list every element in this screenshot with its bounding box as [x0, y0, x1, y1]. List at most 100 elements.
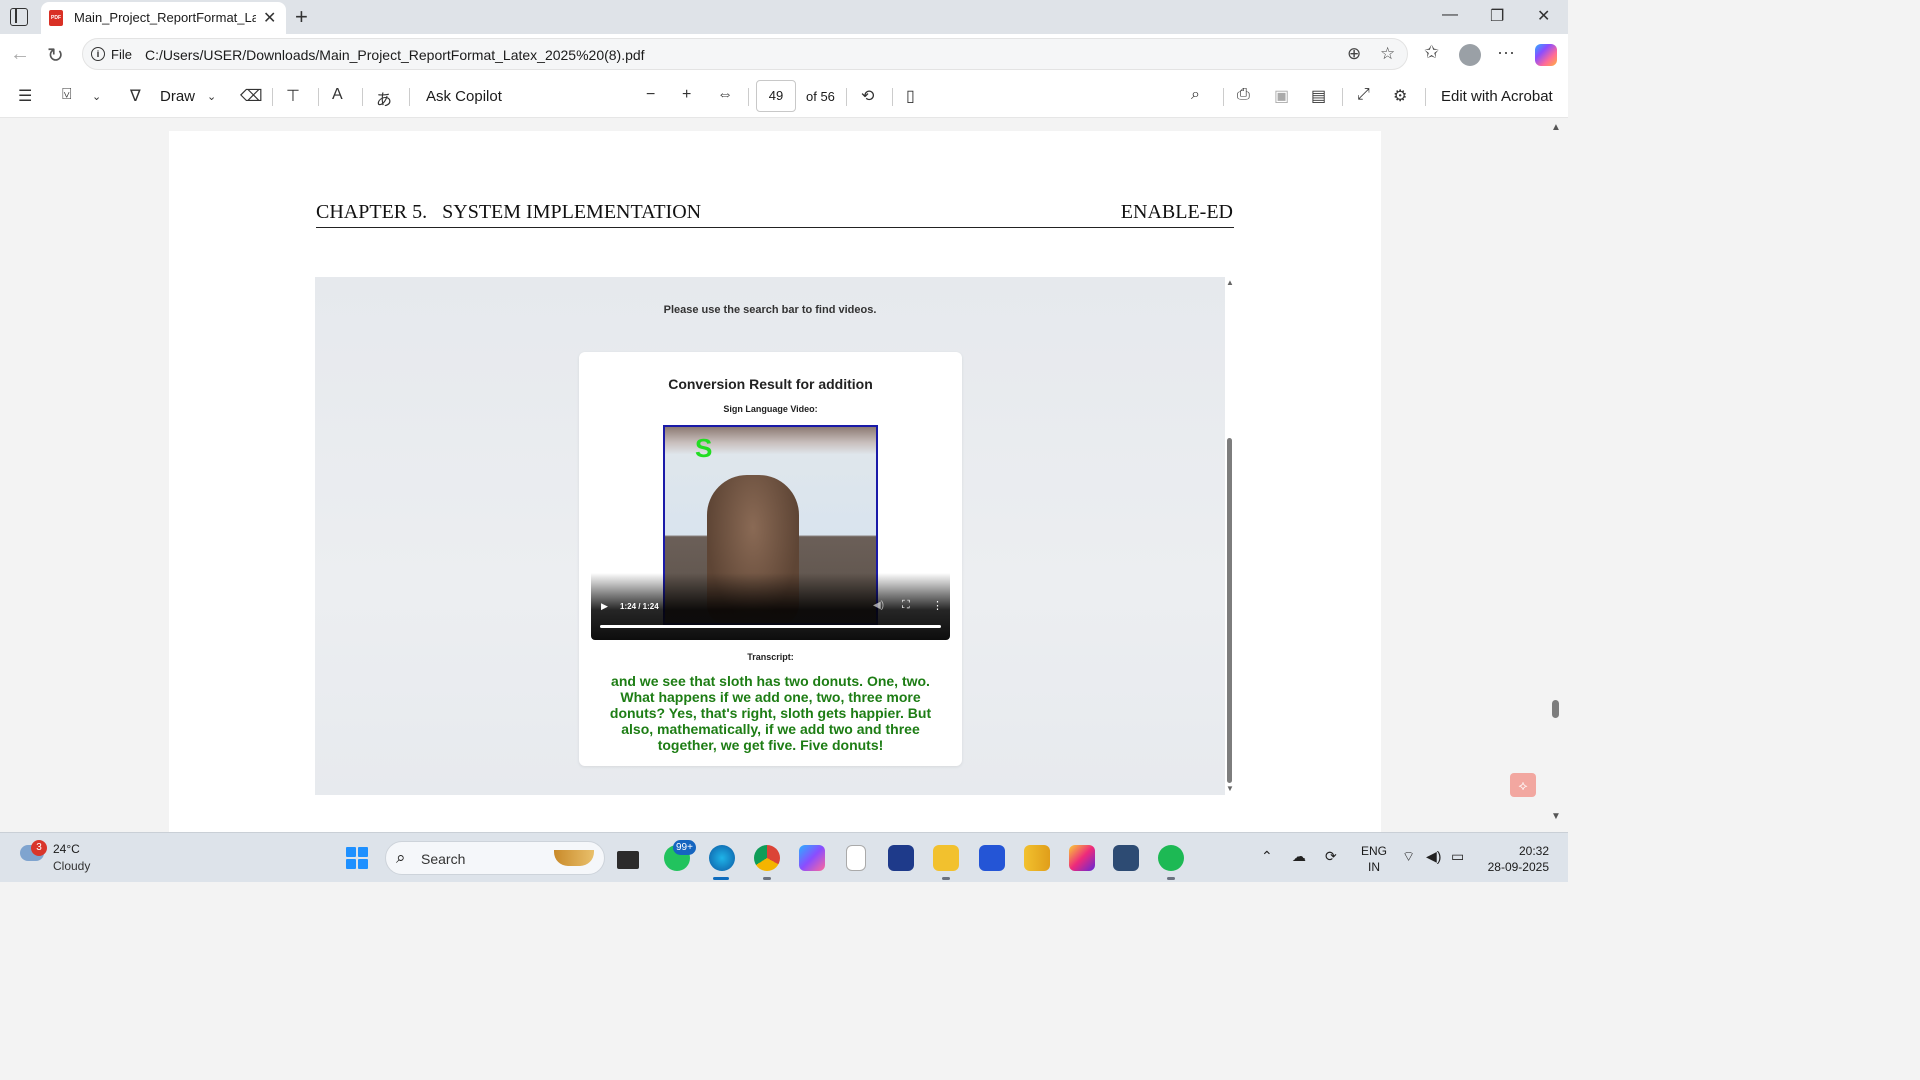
print-icon[interactable]: ⎙: [1237, 86, 1250, 104]
notepad-icon[interactable]: [846, 845, 866, 871]
start-button[interactable]: [346, 847, 368, 869]
scroll-down-arrow-icon[interactable]: ▼: [1551, 811, 1561, 822]
file-label: File: [111, 47, 132, 62]
url-text[interactable]: C:/Users/USER/Downloads/Main_Project_Rep…: [145, 47, 645, 63]
onedrive-icon[interactable]: ☁: [1292, 848, 1306, 865]
save-icon[interactable]: ▣: [1274, 86, 1289, 106]
search-icon[interactable]: ⌕: [1191, 86, 1200, 104]
chevron-down-icon[interactable]: ⌄: [207, 90, 216, 103]
weather-condition[interactable]: Cloudy: [53, 859, 90, 873]
main-scrollbar[interactable]: ▲ ▼: [1549, 118, 1563, 832]
profile-avatar[interactable]: [1459, 44, 1481, 66]
text-box-icon[interactable]: ⊤: [286, 86, 300, 106]
restore-button[interactable]: ❐: [1490, 6, 1504, 26]
video-label: Sign Language Video:: [723, 404, 818, 414]
zoom-in-icon[interactable]: +: [682, 86, 691, 104]
spotify-icon[interactable]: [1158, 845, 1184, 871]
battery-icon[interactable]: ▭: [1451, 848, 1464, 865]
embedded-scrollbar: ▲ ▼: [1226, 278, 1234, 794]
language-indicator[interactable]: ENG IN: [1361, 843, 1387, 875]
favorites-icon[interactable]: ✩: [1424, 42, 1439, 63]
draw-button[interactable]: Draw: [160, 88, 195, 105]
volume-icon[interactable]: ◀): [1426, 848, 1441, 865]
sign-language-video: S ▶ 1:24 / 1:24 ◀) ⛶ ⋮: [591, 425, 950, 640]
file-explorer-icon[interactable]: [933, 845, 959, 871]
volume-icon: ◀): [873, 600, 885, 611]
tab-actions-icon[interactable]: [10, 8, 28, 26]
main-scroll-thumb[interactable]: [1552, 700, 1559, 718]
save-as-icon[interactable]: ▤: [1311, 86, 1326, 106]
scroll-up-arrow-icon[interactable]: ▲: [1551, 122, 1561, 133]
minimize-button[interactable]: —: [1442, 6, 1458, 24]
taskbar-search[interactable]: ⌕ Search: [385, 841, 605, 875]
more-menu-icon[interactable]: ···: [1497, 42, 1515, 63]
whatsapp-badge: 99+: [673, 840, 696, 855]
wifi-icon[interactable]: ⌔: [1402, 848, 1415, 866]
active-indicator: [713, 877, 729, 880]
clock[interactable]: 20:32 28-09-2025: [1483, 843, 1549, 875]
browser-tab[interactable]: PDF Main_Project_ReportFormat_Latex_2025…: [41, 2, 286, 34]
store-icon[interactable]: [888, 845, 914, 871]
page-number-input[interactable]: 49: [756, 80, 796, 112]
zoom-icon[interactable]: ⊕: [1347, 44, 1361, 64]
editor-app-icon[interactable]: [979, 845, 1005, 871]
close-tab-icon[interactable]: ✕: [263, 8, 276, 28]
acrobat-icon[interactable]: ⟡: [1510, 773, 1536, 797]
contents-list-icon[interactable]: ☰: [18, 86, 32, 106]
embedded-scroll-thumb: [1227, 438, 1232, 783]
back-arrow-icon[interactable]: ←: [10, 43, 30, 66]
embedded-screenshot: Please use the search bar to find videos…: [315, 277, 1225, 795]
clock-time: 20:32: [1518, 844, 1549, 858]
read-aloud-icon[interactable]: A: [332, 86, 343, 104]
video-progress-bar: [600, 625, 941, 628]
task-view-icon[interactable]: [617, 851, 639, 869]
highlight-icon[interactable]: ⍌: [62, 86, 72, 104]
search-highlight-image: [554, 850, 594, 866]
pdf-viewport[interactable]: CHAPTER 5. SYSTEM IMPLEMENTATION ENABLE-…: [0, 118, 1568, 832]
fullscreen-icon[interactable]: ⤢: [1357, 86, 1370, 104]
taskbar: 3 24°C Cloudy ⌕ Search 99+ ⌃ ☁ ⟳ ENG IN …: [0, 832, 1568, 882]
search-label: Search: [421, 851, 466, 867]
draw-icon[interactable]: ∇: [130, 86, 141, 106]
sync-icon[interactable]: ⟳: [1325, 848, 1337, 865]
conversion-result-card: Conversion Result for addition Sign Lang…: [579, 352, 962, 766]
page-view-icon[interactable]: ▯: [906, 86, 915, 106]
divider: [1425, 88, 1426, 106]
divider: [362, 88, 363, 106]
scroll-up-arrow-icon: ▲: [1226, 278, 1234, 287]
address-bar[interactable]: i File C:/Users/USER/Downloads/Main_Proj…: [82, 38, 1408, 70]
rotate-icon[interactable]: ⟲: [861, 86, 874, 106]
new-tab-button[interactable]: +: [295, 4, 308, 30]
transcript-label: Transcript:: [747, 652, 794, 662]
edit-with-acrobat-button[interactable]: Edit with Acrobat: [1441, 88, 1553, 105]
chrome-icon[interactable]: [754, 845, 780, 871]
copilot-icon[interactable]: [1535, 44, 1557, 66]
pdf-file-icon: PDF: [49, 10, 63, 26]
favorite-star-icon[interactable]: ☆: [1380, 44, 1395, 64]
close-window-button[interactable]: ✕: [1537, 6, 1550, 26]
settings-gear-icon[interactable]: ⚙: [1393, 86, 1407, 106]
pdf-page: CHAPTER 5. SYSTEM IMPLEMENTATION ENABLE-…: [169, 131, 1381, 832]
power-bi-icon[interactable]: [1024, 845, 1050, 871]
divider: [1342, 88, 1343, 106]
video-controls: ▶ 1:24 / 1:24 ◀) ⛶ ⋮: [591, 573, 950, 640]
eraser-icon[interactable]: ⌫: [240, 86, 263, 106]
chapter-header: CHAPTER 5. SYSTEM IMPLEMENTATION: [316, 201, 702, 223]
chevron-down-icon[interactable]: ⌄: [92, 90, 101, 103]
title-bar: PDF Main_Project_ReportFormat_Latex_2025…: [0, 0, 1568, 34]
refresh-icon[interactable]: ↻: [47, 43, 64, 68]
edge-icon[interactable]: [709, 845, 735, 871]
translate-icon[interactable]: あ: [376, 86, 392, 110]
copilot-app-icon[interactable]: [799, 845, 825, 871]
fit-width-icon[interactable]: ⇔: [717, 86, 733, 104]
mysql-workbench-icon[interactable]: [1113, 845, 1139, 871]
info-icon[interactable]: i: [91, 47, 105, 61]
more-options-icon: ⋮: [932, 600, 943, 612]
chevron-up-icon[interactable]: ⌃: [1261, 848, 1273, 865]
instagram-icon[interactable]: [1069, 845, 1095, 871]
ask-copilot-button[interactable]: Ask Copilot: [426, 88, 502, 105]
zoom-out-icon[interactable]: −: [646, 86, 655, 104]
divider: [846, 88, 847, 106]
divider: [1223, 88, 1224, 106]
weather-temp[interactable]: 24°C: [53, 842, 80, 856]
